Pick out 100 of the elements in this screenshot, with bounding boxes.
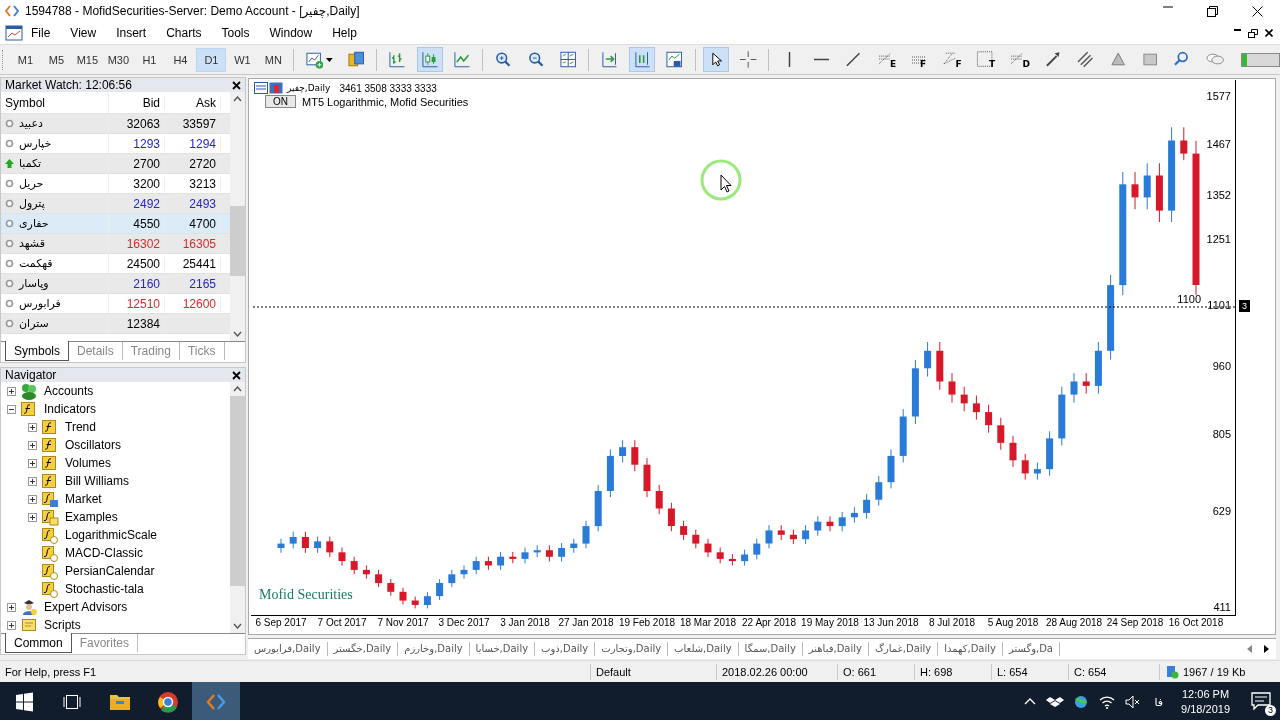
candle xyxy=(728,553,736,566)
tree-item[interactable]: Accounts xyxy=(42,384,94,398)
candle xyxy=(814,515,822,537)
status-dot-icon xyxy=(5,119,14,128)
chart-tab[interactable]: فباهنر,Daily xyxy=(802,642,869,656)
chart-tab[interactable]: فرابورس,Daily xyxy=(248,642,328,656)
panel-tab[interactable]: Ticks xyxy=(179,342,225,360)
tree-item[interactable]: Expert Advisors xyxy=(42,600,128,614)
tree-item[interactable]: Volumes xyxy=(63,456,112,470)
chart-shift-icon xyxy=(600,50,619,69)
candle xyxy=(558,542,566,562)
panel-tab[interactable]: Common xyxy=(5,633,72,653)
candle xyxy=(1094,341,1102,395)
timeframe-button[interactable]: D1 xyxy=(196,47,227,72)
candle xyxy=(643,457,651,498)
chart-tab[interactable]: خسایا,Daily xyxy=(469,642,536,656)
tree-item[interactable]: PersianCalendar xyxy=(63,564,155,578)
timeframe-button[interactable]: M15 xyxy=(72,47,103,72)
text-box-button[interactable]: T xyxy=(971,47,1000,72)
panel-tab[interactable]: Symbols xyxy=(5,341,69,361)
function-gear-icon xyxy=(41,562,59,580)
scrollbar[interactable] xyxy=(230,382,245,633)
panel-tab[interactable]: Trading xyxy=(122,342,180,360)
chart-tab[interactable]: کهمدا,Daily xyxy=(938,642,1003,656)
menu-item[interactable]: Help xyxy=(322,26,367,40)
menu-item[interactable]: Tools xyxy=(211,26,260,40)
chart-tab[interactable]: شلعاب,Daily xyxy=(668,642,739,656)
candle xyxy=(594,484,602,532)
panel-tab[interactable]: Favorites xyxy=(71,634,139,652)
tree-item[interactable]: Examples xyxy=(63,510,118,524)
timeframe-button[interactable]: H1 xyxy=(134,47,165,72)
function-gear-icon xyxy=(41,580,59,598)
language-indicator[interactable]: فا xyxy=(1150,695,1168,709)
auto-scroll-button[interactable] xyxy=(628,47,656,72)
menu-item[interactable]: Window xyxy=(259,26,323,40)
ask-price: 4700 xyxy=(165,216,221,231)
fibonacci-fan-button[interactable]: F xyxy=(938,47,966,72)
tree-item[interactable]: Indicators xyxy=(42,402,97,416)
symbol-name: حریل xyxy=(19,177,44,190)
menu-item[interactable]: Charts xyxy=(156,26,212,40)
candle xyxy=(326,536,334,558)
fibonacci-button[interactable]: E xyxy=(872,47,901,72)
candle xyxy=(399,587,407,605)
chart-tab[interactable]: وتجارت,Daily xyxy=(595,642,669,656)
scrollbar[interactable] xyxy=(230,92,245,341)
ask-price: 16305 xyxy=(165,236,221,251)
candle xyxy=(1070,372,1078,403)
candlestick-icon xyxy=(420,50,439,69)
pointer-arrow-button[interactable] xyxy=(702,47,729,72)
candle xyxy=(863,493,871,520)
tree-item[interactable]: Trend xyxy=(63,420,96,434)
candle xyxy=(1058,386,1066,446)
status-dot-icon xyxy=(5,199,14,208)
candlestick-button[interactable] xyxy=(416,47,443,72)
ask-price: 1294 xyxy=(165,136,221,151)
tree-item[interactable]: Oscillators xyxy=(63,438,121,452)
timeframe-button[interactable]: M5 xyxy=(41,47,72,72)
chart-tab[interactable]: خگستر,Daily xyxy=(327,642,399,656)
chart-tab[interactable]: وخارزم,Daily xyxy=(398,642,470,656)
date-label: 13 Jun 2018 xyxy=(863,617,919,628)
tree-item[interactable]: LogarithmicScale xyxy=(63,528,158,542)
status-dot-icon xyxy=(5,259,14,268)
date-label: 18 Mar 2018 xyxy=(679,617,737,628)
bid-price: 12510 xyxy=(109,296,165,311)
column-header[interactable]: Ask xyxy=(165,95,221,110)
tree-item[interactable]: Scripts xyxy=(42,618,81,632)
tree-item[interactable]: Market xyxy=(63,492,102,506)
fibonacci-grid-button[interactable]: F xyxy=(906,47,933,72)
timeframe-button[interactable]: M30 xyxy=(103,47,134,72)
fibonacci-button[interactable]: D xyxy=(1005,47,1034,72)
tree-item[interactable]: Stochastic-tala xyxy=(63,582,144,596)
date-label: 27 Jan 2018 xyxy=(558,617,614,628)
scroll-down-icon xyxy=(233,331,242,337)
status-dot-icon xyxy=(5,299,14,308)
timeframe-button[interactable]: M1 xyxy=(10,47,41,72)
menu-item[interactable]: File xyxy=(23,26,61,40)
chart-tab[interactable]: وگستر,Da xyxy=(1002,642,1060,656)
column-header[interactable]: Bid xyxy=(109,95,165,110)
chart-tab[interactable]: غمارگ,Daily xyxy=(868,642,939,656)
tree-item[interactable]: Bill Williams xyxy=(63,474,129,488)
timeframe-button[interactable]: W1 xyxy=(227,47,258,72)
timeframe-button[interactable]: H4 xyxy=(165,47,196,72)
panel-tab[interactable]: Details xyxy=(69,342,123,360)
candle xyxy=(997,417,1005,451)
candle xyxy=(472,556,480,575)
function-folder-icon xyxy=(41,508,59,526)
candle xyxy=(716,547,724,564)
close-icon xyxy=(232,80,241,90)
menu-item[interactable]: View xyxy=(60,26,107,40)
indicator-toggle[interactable]: ON xyxy=(265,95,296,108)
menu-item[interactable]: Insert xyxy=(106,26,157,40)
timeframe-button[interactable]: MN xyxy=(258,47,289,72)
clock-date: 9/18/2019 xyxy=(1181,702,1230,717)
panel-title: Market Watch: 12:06:56 xyxy=(5,78,132,92)
chart-tab[interactable]: ذوب,Daily xyxy=(535,642,596,656)
column-header[interactable]: Symbol xyxy=(1,92,109,113)
chart-tab[interactable]: سمگا,Daily xyxy=(738,642,803,656)
ask-price: 12600 xyxy=(165,296,221,311)
bid-price: 3200 xyxy=(109,176,165,191)
tree-item[interactable]: MACD-Classic xyxy=(63,546,143,560)
